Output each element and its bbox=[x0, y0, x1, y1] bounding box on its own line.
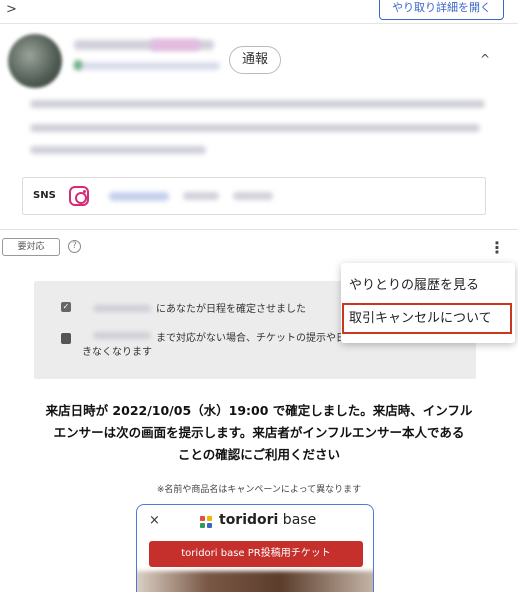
sns-handle-redacted bbox=[109, 192, 169, 201]
close-icon: × bbox=[149, 513, 160, 528]
verified-icon bbox=[74, 60, 82, 70]
avatar[interactable] bbox=[8, 34, 62, 88]
footnote: ※名前や商品名はキャンペーンによって異なります bbox=[156, 485, 362, 495]
chevron-up-icon[interactable]: ^ bbox=[480, 52, 490, 66]
sns-stat-redacted bbox=[233, 192, 273, 200]
message-line-redacted bbox=[30, 146, 206, 154]
open-detail-button[interactable]: やり取り詳細を開く bbox=[379, 0, 504, 20]
divider bbox=[0, 229, 518, 230]
more-menu: やりとりの履歴を見る 取引キャンセルについて bbox=[341, 263, 515, 343]
confirmation-line: 来店日時が 2022/10/05（水）19:00 で確定しました。来店時、インフ… bbox=[45, 403, 473, 418]
menu-item-history[interactable]: やりとりの履歴を見る bbox=[341, 273, 515, 299]
instagram-icon[interactable] bbox=[69, 186, 89, 206]
ticket-preview: × toridori base toridori base PR投稿用チケット bbox=[136, 504, 374, 592]
status-badge: 要対応 bbox=[2, 238, 60, 256]
sns-stat-redacted bbox=[183, 192, 219, 200]
notice-line-1: にあなたが日程を確定させました bbox=[156, 304, 306, 315]
more-menu-icon[interactable]: ⋮ bbox=[489, 238, 505, 258]
toridori-logo: toridori base bbox=[219, 512, 317, 528]
report-button[interactable]: 通報 bbox=[229, 46, 281, 74]
sns-box: SNS bbox=[22, 177, 486, 215]
message-line-redacted bbox=[30, 124, 480, 132]
date-redacted bbox=[93, 305, 151, 312]
toridori-logo-icon bbox=[200, 516, 214, 530]
ticket-photo bbox=[137, 571, 373, 592]
deadline-redacted bbox=[93, 332, 151, 339]
notice-line-2: まで対応がない場合、チケットの提示や日程 bbox=[156, 333, 356, 344]
check-icon: ✓ bbox=[61, 302, 71, 312]
message-line-redacted bbox=[30, 100, 485, 108]
influencer-name-tag-redacted bbox=[150, 39, 200, 51]
confirmation-line: エンサーは次の画面を提示します。来店者がインフルエンサー本人である bbox=[53, 425, 465, 440]
influencer-subtitle-redacted bbox=[74, 62, 220, 70]
ticket-banner: toridori base PR投稿用チケット bbox=[149, 541, 363, 567]
confirmation-line: ことの確認にご利用ください bbox=[177, 447, 341, 462]
help-icon[interactable]: ? bbox=[68, 240, 81, 253]
notice-line-2-cont: きなくなります bbox=[82, 347, 152, 358]
lock-icon bbox=[61, 333, 71, 344]
top-bar: > やり取り詳細を開く bbox=[0, 0, 518, 24]
confirmation-message: 来店日時が 2022/10/05（水）19:00 で確定しました。来店時、インフ… bbox=[0, 400, 518, 466]
sns-label: SNS bbox=[33, 190, 56, 201]
chevron-right-icon[interactable]: > bbox=[6, 2, 17, 17]
menu-item-cancel-info[interactable]: 取引キャンセルについて bbox=[342, 303, 512, 334]
